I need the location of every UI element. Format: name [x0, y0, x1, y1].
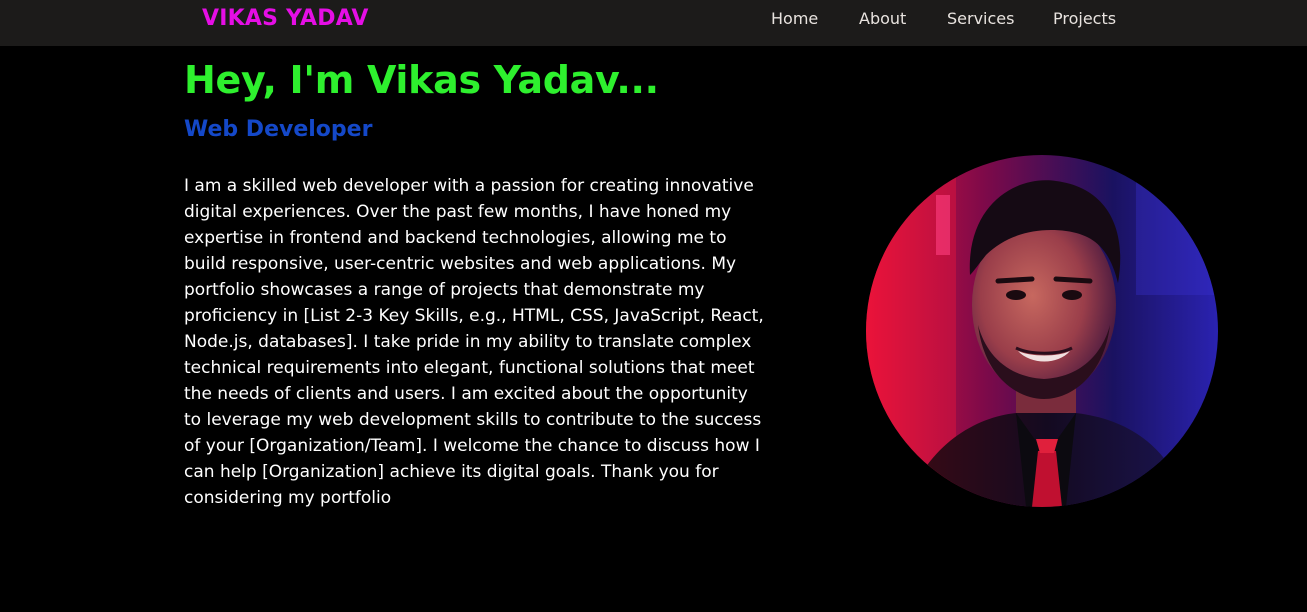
profile-photo-illustration: [866, 155, 1218, 507]
navbar: VIKAS YADAV Home About Services Projects: [0, 0, 1307, 46]
brand-logo[interactable]: VIKAS YADAV: [202, 6, 369, 31]
hero-description: I am a skilled web developer with a pass…: [184, 176, 764, 508]
nav-about-link[interactable]: About: [859, 9, 906, 28]
nav-home-link[interactable]: Home: [771, 9, 818, 28]
hero-role: Web Developer: [184, 117, 373, 142]
nav-services-link[interactable]: Services: [947, 9, 1014, 28]
profile-photo: [866, 155, 1218, 507]
nav-projects-link[interactable]: Projects: [1053, 9, 1116, 28]
hero-title: Hey, I'm Vikas Yadav...: [184, 58, 659, 102]
